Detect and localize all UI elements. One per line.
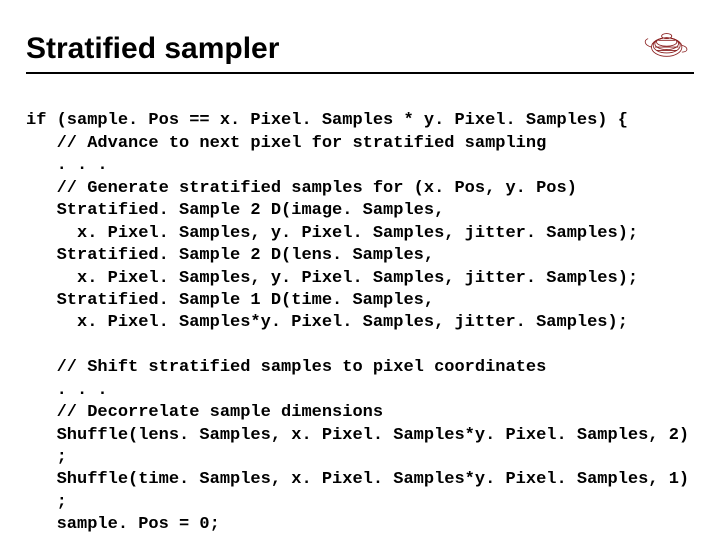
- code-line: Shuffle(lens. Samples, x. Pixel. Samples…: [26, 426, 689, 445]
- code-line: sample. Pos = 0;: [26, 515, 220, 534]
- code-line: // Generate stratified samples for (x. P…: [26, 179, 577, 198]
- code-line: Stratified. Sample 2 D(lens. Samples,: [26, 246, 434, 265]
- code-line: Shuffle(time. Samples, x. Pixel. Samples…: [26, 470, 689, 489]
- code-line: ;: [26, 448, 67, 467]
- code-line: ;: [26, 493, 67, 512]
- teapot-icon: [636, 18, 694, 66]
- code-block: if (sample. Pos == x. Pixel. Samples * y…: [26, 88, 694, 540]
- code-line: // Decorrelate sample dimensions: [26, 403, 383, 422]
- code-line: x. Pixel. Samples, y. Pixel. Samples, ji…: [26, 269, 638, 288]
- title-divider: [26, 72, 694, 74]
- code-line: if (sample. Pos == x. Pixel. Samples * y…: [26, 111, 628, 130]
- code-line: // Shift stratified samples to pixel coo…: [26, 358, 546, 377]
- slide: Stratified sampler if (sample. Pos ==: [0, 0, 720, 540]
- code-line: // Advance to next pixel for stratified …: [26, 134, 546, 153]
- code-line: Stratified. Sample 2 D(image. Samples,: [26, 201, 444, 220]
- code-line: Stratified. Sample 1 D(time. Samples,: [26, 291, 434, 310]
- code-line: . . .: [26, 156, 108, 175]
- code-line: . . .: [26, 381, 108, 400]
- title-row: Stratified sampler: [26, 18, 694, 66]
- code-line: x. Pixel. Samples*y. Pixel. Samples, jit…: [26, 313, 628, 332]
- code-line: x. Pixel. Samples, y. Pixel. Samples, ji…: [26, 224, 638, 243]
- page-title: Stratified sampler: [26, 32, 279, 66]
